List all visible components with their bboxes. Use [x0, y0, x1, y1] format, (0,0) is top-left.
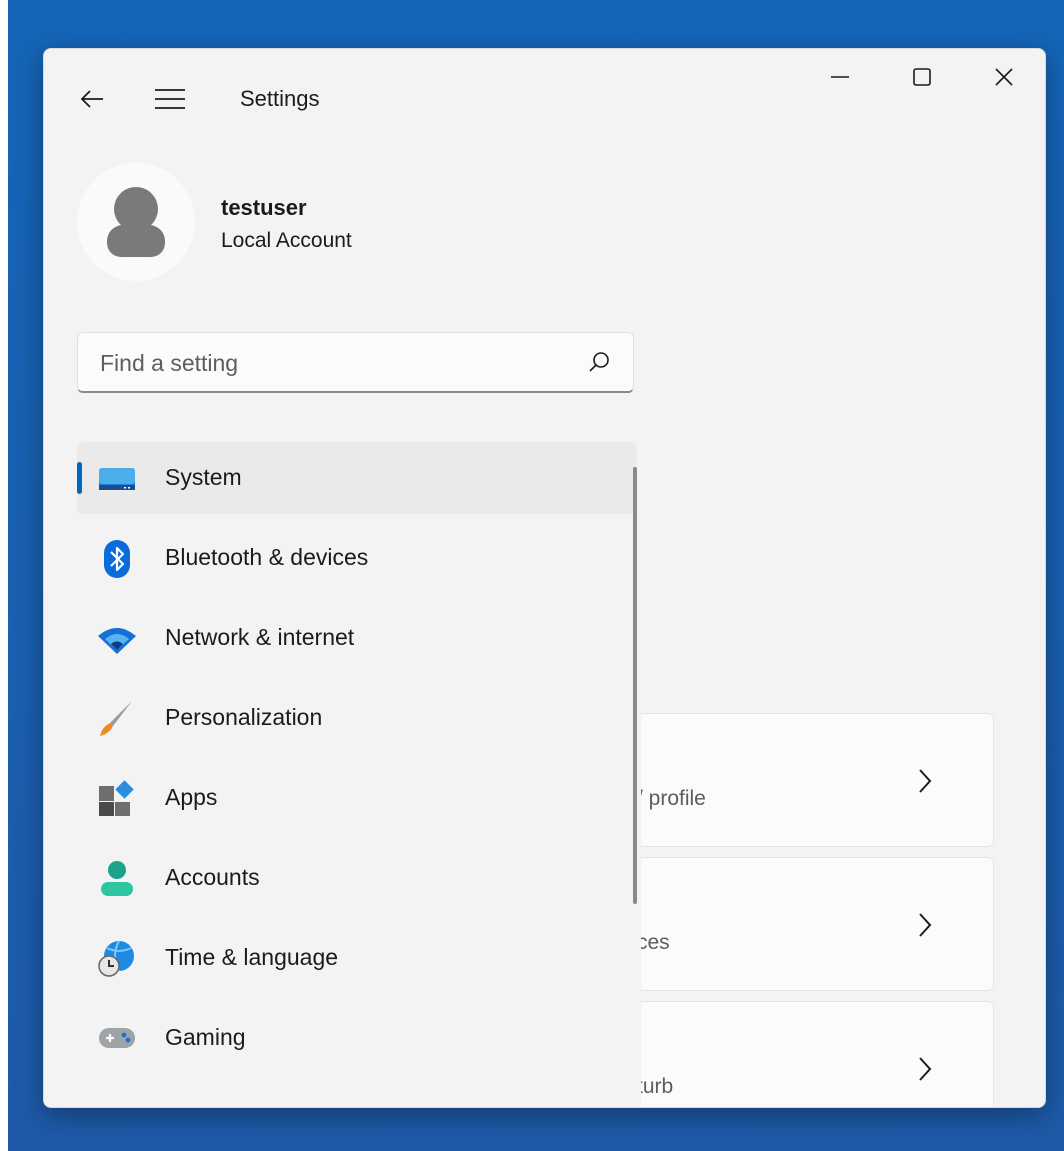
nav-label: Accounts — [165, 864, 260, 890]
maximize-button[interactable] — [892, 57, 952, 97]
back-arrow-icon — [80, 90, 103, 108]
nav-item-bluetooth[interactable]: Bluetooth & devices — [77, 522, 637, 594]
close-icon — [995, 68, 1013, 86]
paintbrush-icon — [100, 701, 132, 736]
maximize-icon — [913, 68, 931, 86]
settings-card-2[interactable]: ces — [624, 857, 994, 991]
chevron-right-icon — [919, 769, 932, 793]
desktop-edge — [0, 0, 8, 1151]
card-subtitle: / profile — [637, 787, 706, 810]
window-title: Settings — [240, 86, 320, 111]
apps-icon — [99, 780, 134, 816]
minimize-icon — [831, 76, 849, 78]
wifi-icon — [98, 628, 136, 654]
nav-item-personalization[interactable]: Personalization — [77, 682, 637, 754]
account-type: Local Account — [221, 229, 352, 252]
search-input[interactable] — [98, 333, 572, 393]
user-name: testuser — [221, 195, 307, 220]
back-button[interactable] — [66, 73, 118, 125]
search-box[interactable] — [77, 332, 634, 393]
nav-label: Gaming — [165, 1024, 246, 1050]
menu-button[interactable] — [144, 73, 196, 125]
nav-item-time-language[interactable]: Time & language — [77, 922, 637, 994]
gamepad-icon — [99, 1028, 135, 1048]
nav-item-gaming[interactable]: Gaming — [77, 1002, 637, 1074]
settings-card-1[interactable]: / profile — [624, 713, 994, 847]
avatar-body-shape — [107, 225, 165, 257]
nav-label: Network & internet — [165, 624, 355, 650]
chevron-right-icon — [919, 913, 932, 937]
card-subtitle: turb — [637, 1075, 674, 1098]
nav-label: Bluetooth & devices — [165, 544, 369, 570]
settings-card-3[interactable]: turb — [624, 1001, 994, 1107]
nav-list: System Bluetooth & devices Network & int… — [77, 442, 637, 1107]
nav-label: System — [165, 464, 242, 490]
system-display-icon — [99, 468, 135, 490]
settings-window: / profile ces turb Settings testuser Loc… — [43, 48, 1046, 1108]
nav-item-accounts[interactable]: Accounts — [77, 842, 637, 914]
nav-scrollbar[interactable] — [633, 467, 637, 904]
nav-item-apps[interactable]: Apps — [77, 762, 637, 834]
nav-label: Time & language — [165, 944, 339, 970]
hamburger-menu-icon — [155, 89, 185, 109]
nav-item-system[interactable]: System — [77, 442, 637, 514]
nav-label: Apps — [165, 784, 218, 810]
bluetooth-icon — [104, 540, 130, 578]
avatar[interactable] — [77, 163, 195, 281]
close-button[interactable] — [974, 57, 1034, 97]
selection-indicator — [77, 462, 82, 494]
nav-label: Personalization — [165, 704, 323, 730]
globe-clock-icon — [98, 940, 134, 977]
search-icon[interactable] — [588, 350, 612, 374]
card-subtitle: ces — [637, 931, 670, 954]
accounts-person-icon — [101, 861, 133, 896]
nav-item-network[interactable]: Network & internet — [77, 602, 637, 674]
minimize-button[interactable] — [810, 57, 870, 97]
chevron-right-icon — [919, 1057, 932, 1081]
